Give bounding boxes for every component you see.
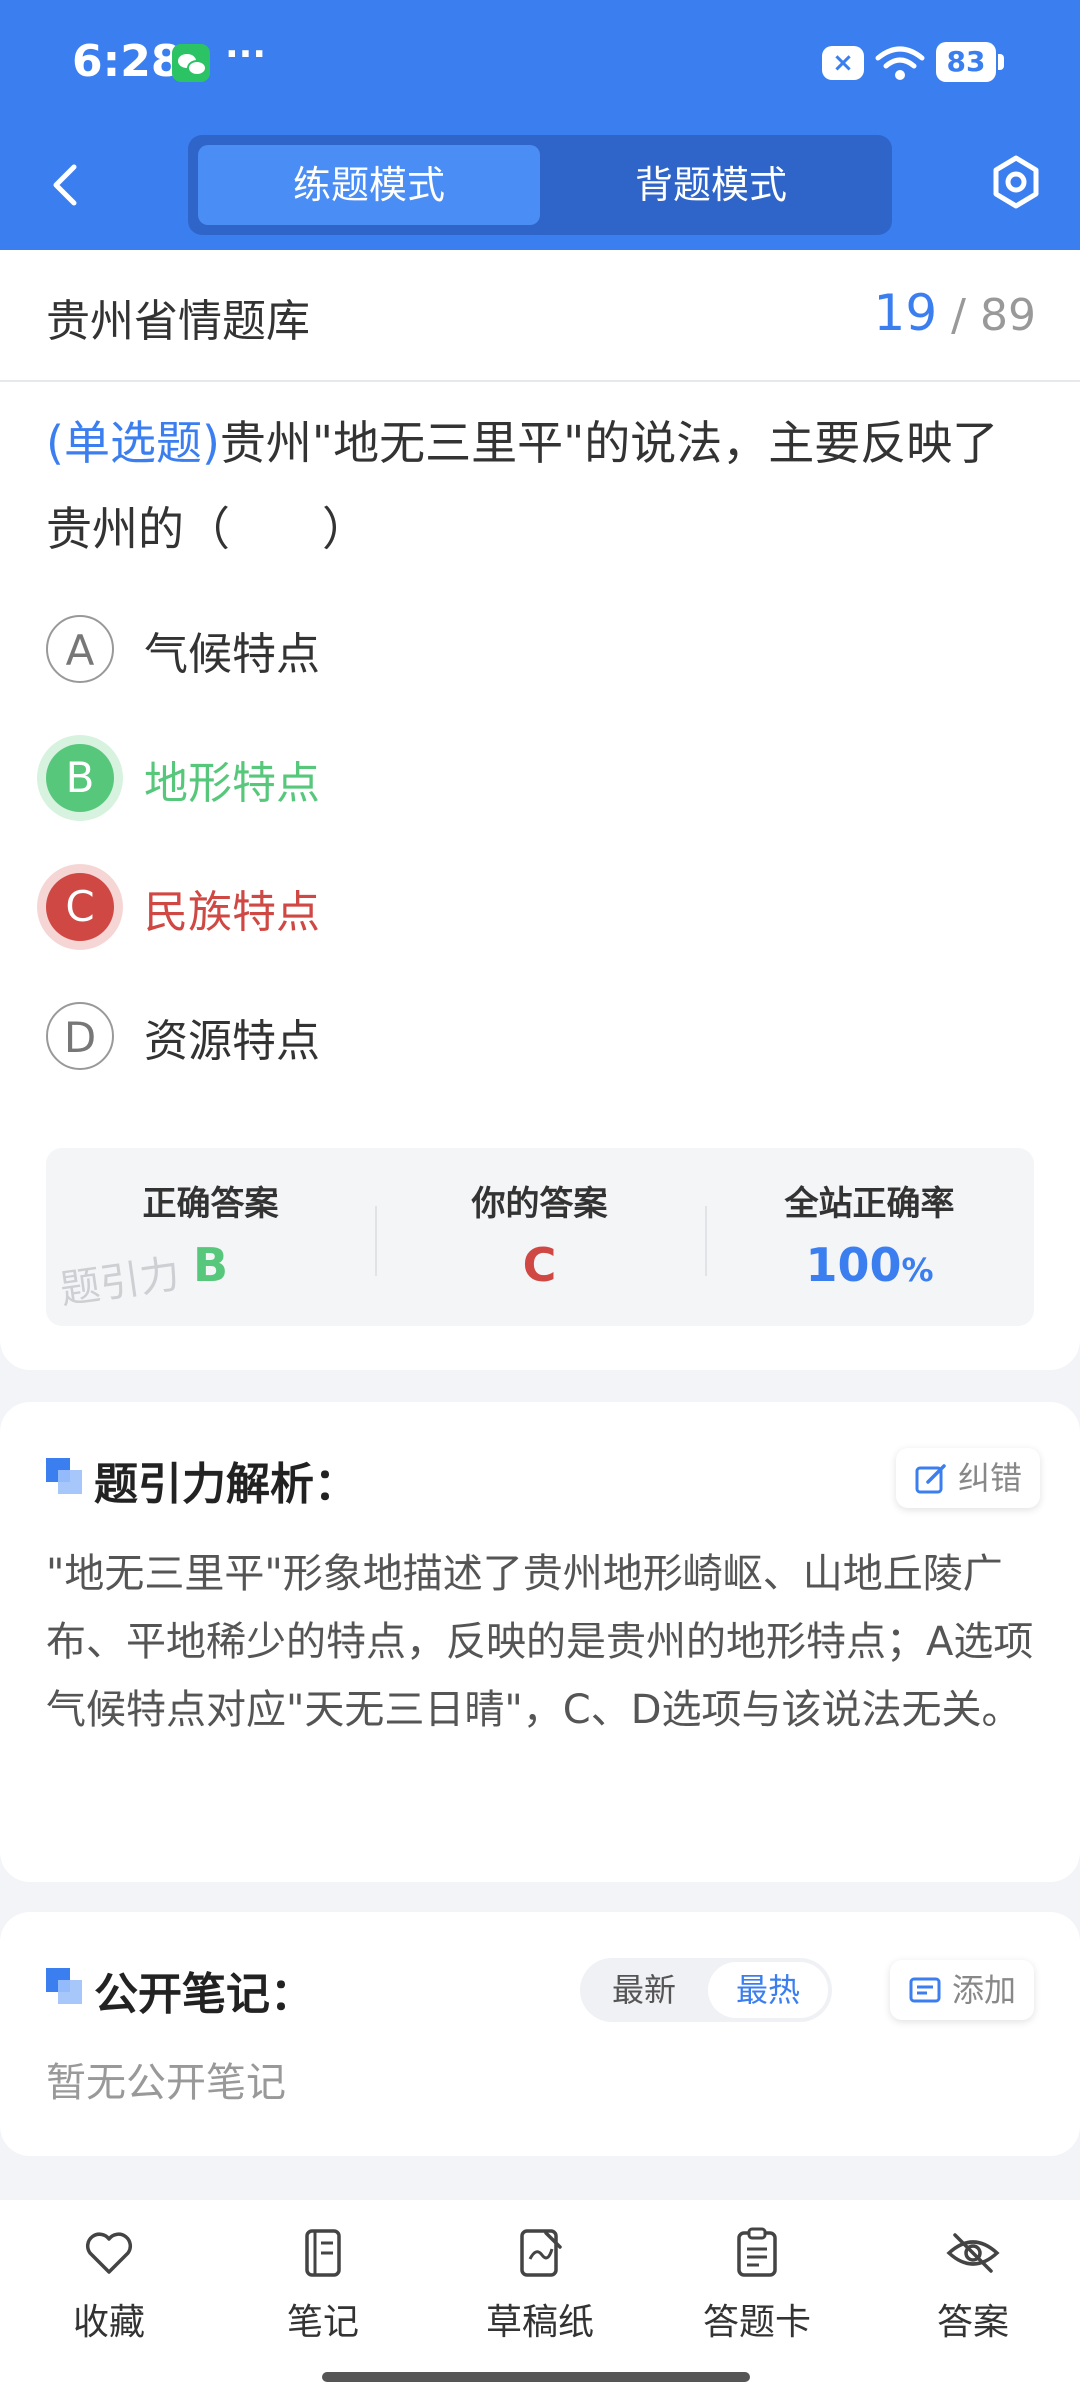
- edit-icon: [915, 1464, 946, 1494]
- accuracy-label: 全站正确率: [784, 1184, 955, 1224]
- question-counter[interactable]: 19 / 89: [874, 284, 1036, 342]
- bank-title: 贵州省情题库: [46, 296, 310, 347]
- option-b[interactable]: B 地形特点: [46, 739, 846, 819]
- report-error-label: 纠错: [958, 1459, 1023, 1497]
- tab-scratch-paper[interactable]: 草稿纸: [465, 2225, 615, 2345]
- status-time: 6:28: [72, 36, 182, 87]
- notebook-icon: [305, 2229, 341, 2277]
- section-icon: [46, 1458, 84, 1496]
- question-type: (单选题): [46, 416, 220, 470]
- battery-icon: 83: [936, 42, 1004, 82]
- option-c[interactable]: C 民族特点: [46, 868, 846, 948]
- option-b-text: 地形特点: [144, 758, 320, 809]
- analysis-title: 题引力解析：: [94, 1459, 358, 1510]
- your-answer-label: 你的答案: [471, 1184, 608, 1224]
- total-count: 89: [980, 290, 1036, 341]
- tab-answer-label: 答案: [936, 2302, 1009, 2343]
- notes-empty-text: 暂无公开笔记: [46, 2060, 286, 2106]
- section-icon: [46, 1968, 84, 2006]
- tab-answer-sheet[interactable]: 答题卡: [682, 2225, 832, 2345]
- x-badge-icon: ×: [822, 46, 864, 80]
- your-answer-value: C: [522, 1238, 557, 1292]
- tab-notes[interactable]: 笔记: [248, 2225, 398, 2345]
- tab-recite-mode[interactable]: 背题模式: [540, 145, 882, 225]
- option-c-key: C: [46, 873, 114, 941]
- tab-practice-mode[interactable]: 练题模式: [198, 145, 540, 225]
- question-text: (单选题)贵州"地无三里平"的说法，主要反映了贵州的（ ）: [46, 400, 1036, 572]
- accuracy-col: 全站正确率 100%: [705, 1148, 1034, 1326]
- current-index: 19: [873, 284, 938, 342]
- scratch-pad-icon: [520, 2229, 562, 2277]
- notes-card: [0, 1912, 1080, 2156]
- tab-favorite-label: 收藏: [72, 2302, 145, 2343]
- accuracy-number: 100: [805, 1238, 902, 1292]
- option-d[interactable]: D 资源特点: [46, 997, 846, 1077]
- option-a-key: A: [46, 615, 114, 683]
- wifi-icon: [875, 46, 925, 80]
- your-answer-col: 你的答案 C: [375, 1148, 704, 1326]
- wechat-icon: [172, 44, 210, 82]
- back-icon[interactable]: [40, 155, 90, 215]
- more-notifications-icon: ···: [225, 34, 267, 75]
- notes-title: 公开笔记：: [94, 1969, 314, 2020]
- option-a-text: 气候特点: [144, 629, 320, 680]
- comment-icon: [909, 1977, 941, 2003]
- tab-answer-sheet-label: 答题卡: [702, 2302, 811, 2343]
- clipboard-icon: [737, 2227, 777, 2277]
- accuracy-value: 100%: [705, 1238, 1034, 1292]
- heart-icon: [85, 2232, 133, 2274]
- tab-notes-label: 笔记: [286, 2302, 359, 2343]
- mode-switch: 练题模式 背题模式: [188, 135, 892, 235]
- accuracy-unit: %: [901, 1251, 934, 1289]
- tab-scratch-paper-label: 草稿纸: [485, 2302, 594, 2343]
- eye-off-icon: [946, 2233, 1000, 2273]
- sort-hottest[interactable]: 最热: [708, 1962, 828, 2018]
- add-note-button[interactable]: 添加: [890, 1960, 1035, 2020]
- home-indicator[interactable]: [322, 2372, 750, 2382]
- settings-icon[interactable]: [990, 152, 1042, 212]
- answer-summary: 正确答案 B 你的答案 C 全站正确率 100% 题引力: [46, 1148, 1034, 1326]
- option-d-text: 资源特点: [144, 1016, 320, 1067]
- correct-answer-label: 正确答案: [142, 1184, 279, 1224]
- option-c-text: 民族特点: [144, 887, 320, 938]
- option-a[interactable]: A 气候特点: [46, 610, 846, 690]
- sort-latest[interactable]: 最新: [584, 1962, 704, 2018]
- option-b-key: B: [46, 744, 114, 812]
- report-error-button[interactable]: 纠错: [896, 1448, 1041, 1508]
- status-bar: 6:28 ··· × 83: [0, 0, 1080, 120]
- tab-answer[interactable]: 答案: [898, 2225, 1048, 2345]
- counter-separator: /: [951, 290, 966, 341]
- tab-favorite[interactable]: 收藏: [34, 2225, 184, 2345]
- analysis-text: "地无三里平"形象地描述了贵州地形崎岖、山地丘陵广布、平地稀少的特点，反映的是贵…: [46, 1551, 1034, 1733]
- add-note-label: 添加: [952, 1971, 1017, 2009]
- option-d-key: D: [46, 1002, 114, 1070]
- notes-sort-switch: 最新 最热: [580, 1958, 832, 2022]
